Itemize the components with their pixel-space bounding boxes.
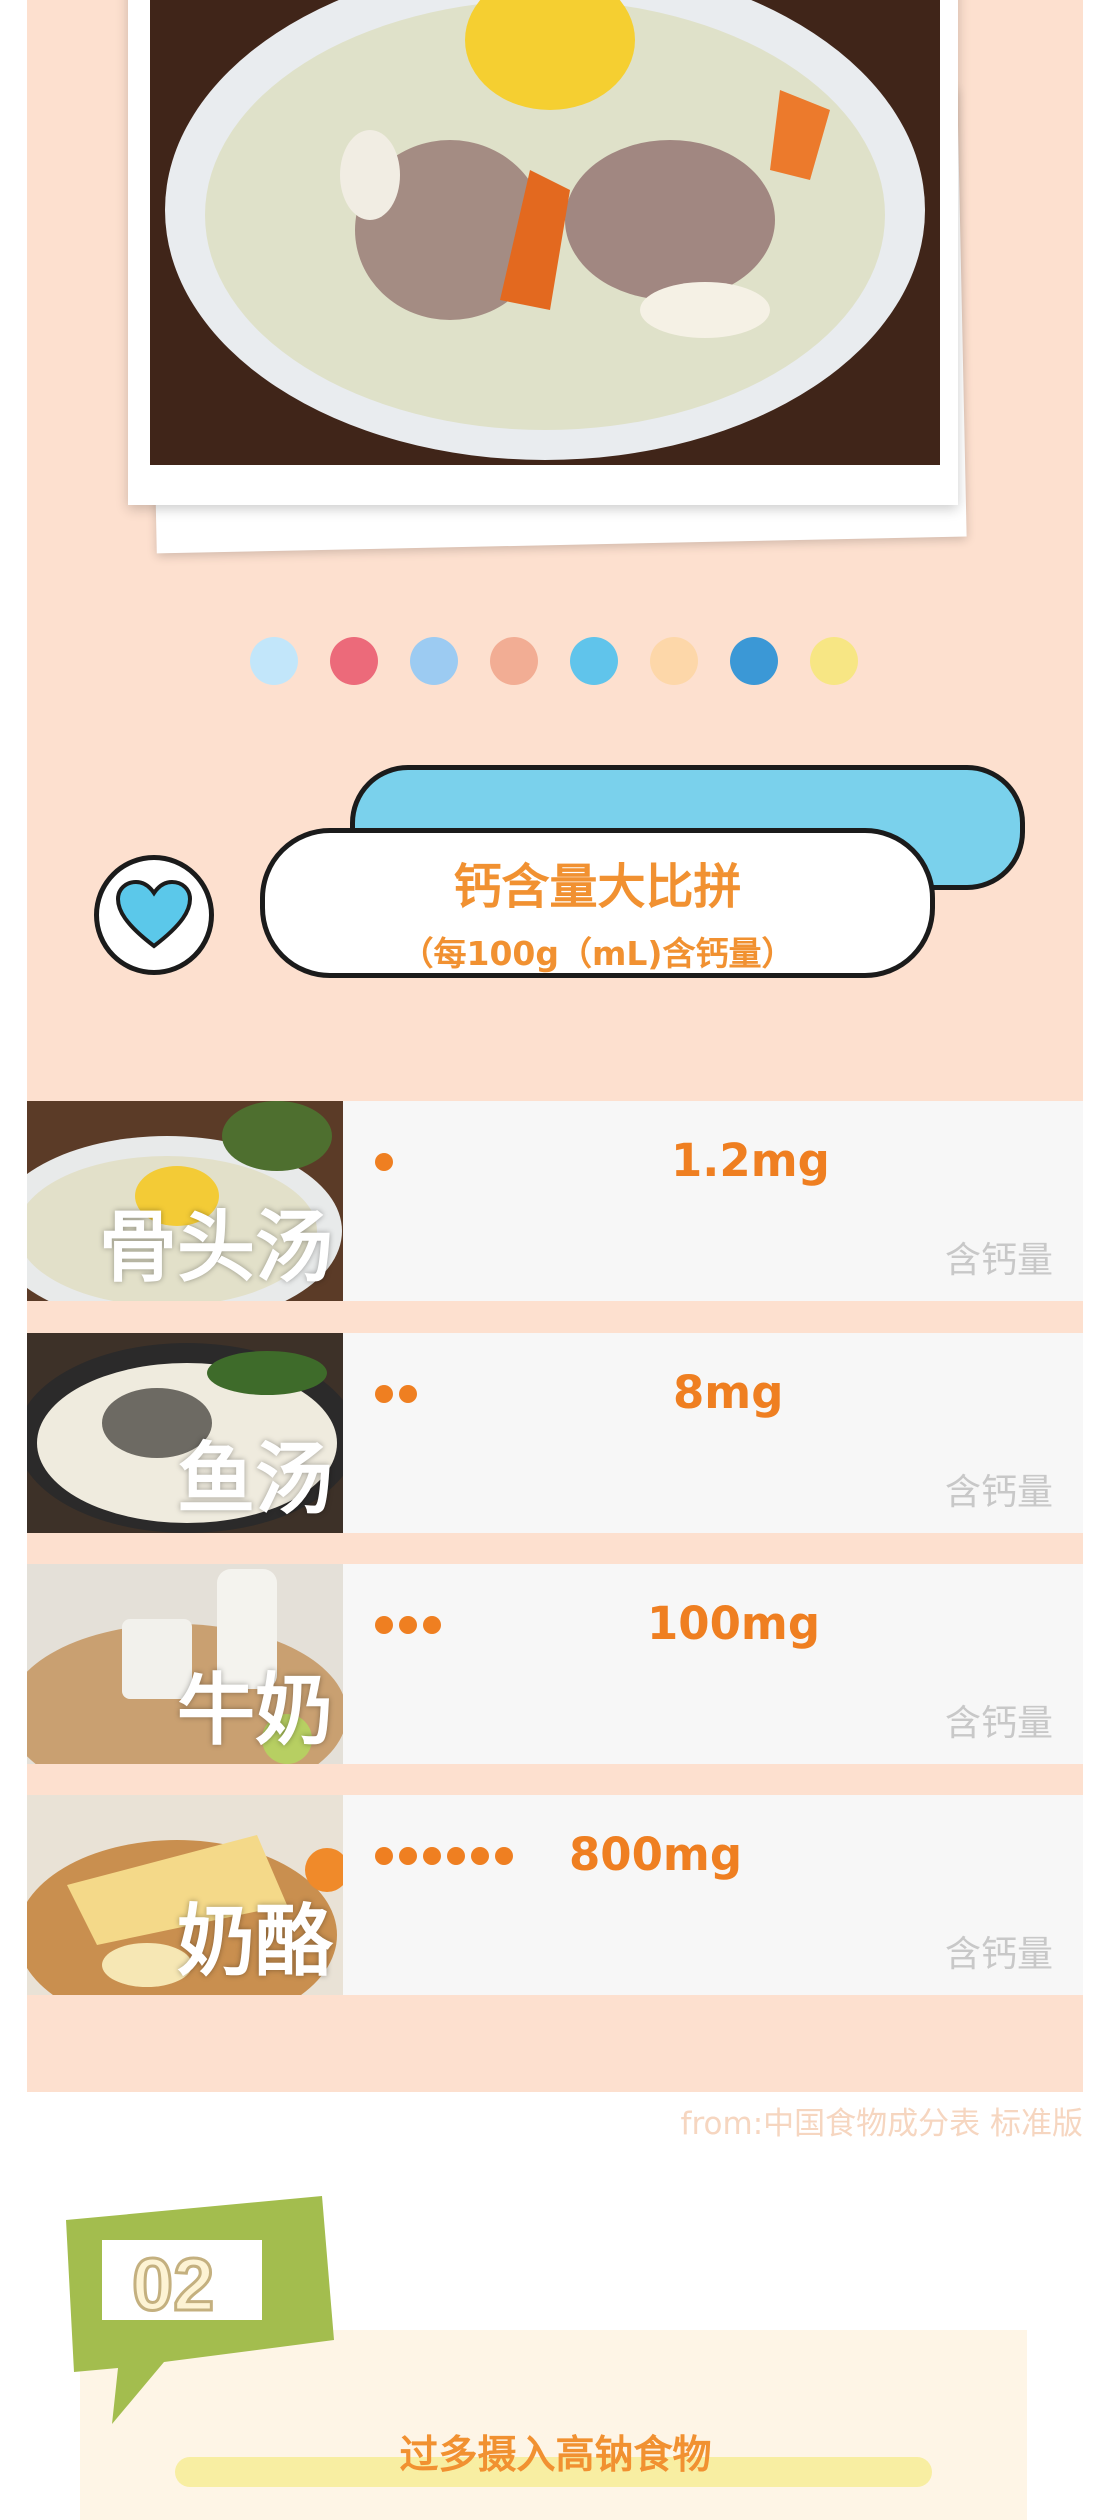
- palette-dot: [810, 637, 858, 685]
- level-dot: [399, 1847, 417, 1865]
- level-dot: [375, 1385, 393, 1403]
- cheese-thumbnail: 奶酪: [27, 1795, 343, 1995]
- calcium-label: 含钙量: [944, 1240, 1053, 1281]
- banner-title: 钙含量大比拼: [453, 859, 742, 915]
- palette-dot: [410, 637, 458, 685]
- section-number: 02: [130, 2242, 215, 2328]
- value-panel: 8mg 含钙量: [343, 1333, 1083, 1533]
- food-name: 骨头汤: [98, 1203, 333, 1293]
- banner-subtitle: （每100g（mL)含钙量）: [400, 934, 795, 973]
- level-dot: [423, 1847, 441, 1865]
- list-item: 奶酪 800mg 含钙量: [27, 1795, 1083, 1995]
- milk-thumbnail: 牛奶: [27, 1564, 343, 1764]
- level-dots: [375, 1616, 441, 1634]
- palette-dot: [330, 637, 378, 685]
- source-note: from:中国食物成分表 标准版: [680, 2106, 1083, 2142]
- value-panel: 100mg 含钙量: [343, 1564, 1083, 1764]
- list-item: 骨头汤 1.2mg 含钙量: [27, 1101, 1083, 1301]
- calcium-value: 800mg: [569, 1828, 743, 1881]
- heart-icon: [115, 880, 193, 949]
- bone-soup-photo: [150, 0, 940, 465]
- section-title: 过多摄入高钠食物: [399, 2433, 712, 2478]
- level-dot: [495, 1847, 513, 1865]
- level-dot: [375, 1847, 393, 1865]
- calcium-label: 含钙量: [944, 1934, 1053, 1975]
- calcium-comparison-banner: 钙含量大比拼 （每100g（mL)含钙量）: [260, 828, 935, 978]
- palette-dot: [650, 637, 698, 685]
- bone-soup-thumbnail: 骨头汤: [27, 1101, 343, 1301]
- level-dot: [375, 1616, 393, 1634]
- value-panel: 1.2mg 含钙量: [343, 1101, 1083, 1301]
- food-name: 牛奶: [176, 1666, 333, 1756]
- level-dots: [375, 1153, 393, 1171]
- hero-photo-frame: [128, 0, 958, 505]
- value-panel: 800mg 含钙量: [343, 1795, 1083, 1995]
- palette-dot: [570, 637, 618, 685]
- palette-dot: [490, 637, 538, 685]
- calcium-label: 含钙量: [944, 1472, 1053, 1513]
- level-dot: [399, 1385, 417, 1403]
- level-dot: [399, 1616, 417, 1634]
- calcium-value: 8mg: [673, 1366, 784, 1419]
- level-dot: [375, 1153, 393, 1171]
- level-dots: [375, 1847, 513, 1865]
- food-name: 奶酪: [176, 1897, 333, 1987]
- calcium-value: 1.2mg: [671, 1134, 830, 1187]
- list-item: 鱼汤 8mg 含钙量: [27, 1333, 1083, 1533]
- level-dot: [447, 1847, 465, 1865]
- list-item: 牛奶 100mg 含钙量: [27, 1564, 1083, 1764]
- calcium-value: 100mg: [647, 1597, 821, 1650]
- palette-dots: [250, 637, 858, 685]
- level-dot: [471, 1847, 489, 1865]
- food-name: 鱼汤: [176, 1435, 333, 1525]
- heart-badge: [94, 855, 214, 975]
- level-dots: [375, 1385, 417, 1403]
- palette-dot: [250, 637, 298, 685]
- fish-soup-thumbnail: 鱼汤: [27, 1333, 343, 1533]
- calcium-label: 含钙量: [944, 1703, 1053, 1744]
- level-dot: [423, 1616, 441, 1634]
- palette-dot: [730, 637, 778, 685]
